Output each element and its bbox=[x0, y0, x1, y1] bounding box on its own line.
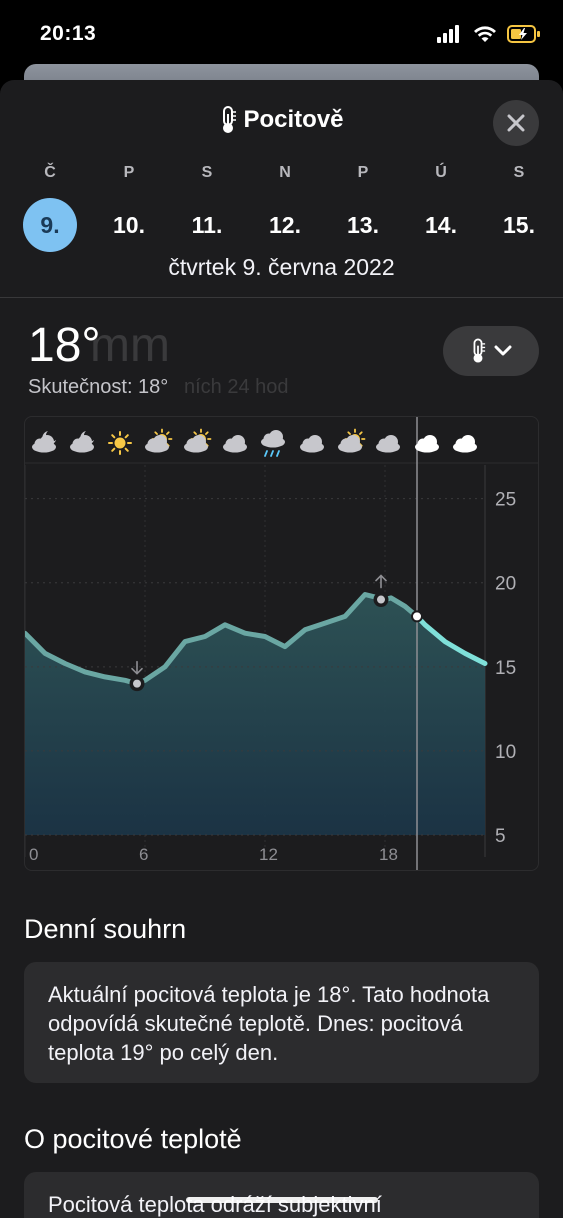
cloud-icon bbox=[453, 435, 477, 453]
x-tick-label: 0 bbox=[29, 845, 38, 864]
current-feels-like-temp: 18° bbox=[28, 319, 101, 372]
daily-summary-text: Aktuální pocitová teplota je 18°. Tato h… bbox=[48, 982, 490, 1065]
status-time: 20:13 bbox=[40, 22, 97, 45]
chevron-down-icon bbox=[494, 345, 512, 356]
x-tick-label: 18 bbox=[379, 845, 398, 864]
x-tick-label: 12 bbox=[259, 845, 278, 864]
day-item[interactable]: Č 9. bbox=[20, 164, 80, 252]
day-letter: P bbox=[357, 164, 369, 181]
actual-temperature: Skutečnost: 18° bbox=[28, 376, 169, 398]
thermometer-icon bbox=[223, 106, 237, 133]
day-number[interactable]: 13. bbox=[336, 198, 390, 252]
day-letter: P bbox=[123, 164, 135, 181]
cloud-icon bbox=[376, 435, 400, 453]
status-icons bbox=[437, 22, 541, 46]
chart-area-fill bbox=[25, 594, 485, 835]
y-tick-label: 15 bbox=[495, 658, 516, 679]
day-item[interactable]: S 11. bbox=[177, 164, 237, 252]
day-item[interactable]: P 13. bbox=[333, 164, 393, 252]
feels-like-sheet: Pocitově Č 9. P 10. S 11. N 12. P 13. Ú … bbox=[0, 80, 563, 1218]
metric-selector-button[interactable] bbox=[443, 326, 539, 376]
selected-date-label: čtvrtek 9. června 2022 bbox=[168, 254, 395, 280]
partly-cloudy-night-icon bbox=[70, 431, 94, 453]
y-tick-label: 25 bbox=[495, 490, 516, 511]
wifi-icon bbox=[474, 26, 496, 42]
close-icon bbox=[507, 114, 525, 132]
header-divider bbox=[0, 297, 563, 298]
day-letter: Ú bbox=[435, 164, 447, 181]
sun-icon bbox=[108, 431, 132, 455]
daily-summary-title: Denní souhrn bbox=[24, 914, 187, 944]
day-item[interactable]: S 15. bbox=[489, 164, 549, 252]
y-tick-label: 10 bbox=[495, 742, 516, 763]
day-letter: S bbox=[201, 164, 213, 181]
partly-sunny-icon bbox=[338, 428, 366, 453]
cloud-icon bbox=[223, 435, 247, 453]
min-arrow-icon bbox=[131, 660, 143, 675]
day-number-selected[interactable]: 9. bbox=[23, 198, 77, 252]
about-feels-like-title: O pocitové teplotě bbox=[24, 1124, 242, 1154]
about-feels-like-card: Pocitová teplota odráží subjektivní bbox=[24, 1172, 539, 1218]
about-feels-like-text: Pocitová teplota odráží subjektivní bbox=[48, 1192, 382, 1217]
rain-cloud-icon bbox=[261, 430, 285, 457]
home-indicator[interactable] bbox=[186, 1197, 378, 1203]
y-tick-label: 5 bbox=[495, 826, 506, 847]
chart-svg[interactable]: 25 20 15 10 5 0 6 12 18 bbox=[25, 417, 539, 871]
status-bar: 20:13 bbox=[0, 0, 563, 66]
max-marker bbox=[377, 595, 385, 604]
day-item[interactable]: Ú 14. bbox=[411, 164, 471, 252]
feels-like-chart[interactable]: 25 20 15 10 5 0 6 12 18 bbox=[24, 416, 539, 871]
min-marker bbox=[133, 679, 141, 688]
sheet-title: Pocitově bbox=[0, 106, 563, 141]
thermometer-icon bbox=[473, 338, 486, 363]
day-letter: S bbox=[513, 164, 525, 181]
current-marker bbox=[413, 612, 421, 621]
cloud-icon bbox=[415, 435, 439, 453]
partly-cloudy-night-icon bbox=[32, 431, 56, 453]
day-number[interactable]: 10. bbox=[102, 198, 156, 252]
partly-sunny-icon bbox=[184, 428, 212, 453]
sheet-header: Pocitově Č 9. P 10. S 11. N 12. P 13. Ú … bbox=[0, 80, 563, 298]
cloud-icon bbox=[300, 435, 324, 453]
ghost-heading-text: mm bbox=[90, 319, 170, 372]
day-number[interactable]: 12. bbox=[258, 198, 312, 252]
cellular-signal-icon bbox=[437, 25, 459, 43]
close-button[interactable] bbox=[493, 100, 539, 146]
day-number[interactable]: 11. bbox=[180, 198, 234, 252]
day-letter: N bbox=[279, 164, 291, 181]
day-number[interactable]: 15. bbox=[492, 198, 546, 252]
daily-summary-card: Aktuální pocitová teplota je 18°. Tato h… bbox=[24, 962, 539, 1083]
x-tick-label: 6 bbox=[139, 845, 148, 864]
day-letter: Č bbox=[44, 164, 56, 181]
y-tick-label: 20 bbox=[495, 574, 516, 595]
battery-charging-icon bbox=[507, 25, 540, 43]
partly-sunny-icon bbox=[145, 428, 173, 453]
day-item[interactable]: P 10. bbox=[99, 164, 159, 252]
day-number[interactable]: 14. bbox=[414, 198, 468, 252]
sheet-title-text: Pocitově bbox=[243, 106, 344, 133]
day-item[interactable]: N 12. bbox=[255, 164, 315, 252]
ghost-subtitle-text: ních 24 hod bbox=[184, 376, 289, 398]
